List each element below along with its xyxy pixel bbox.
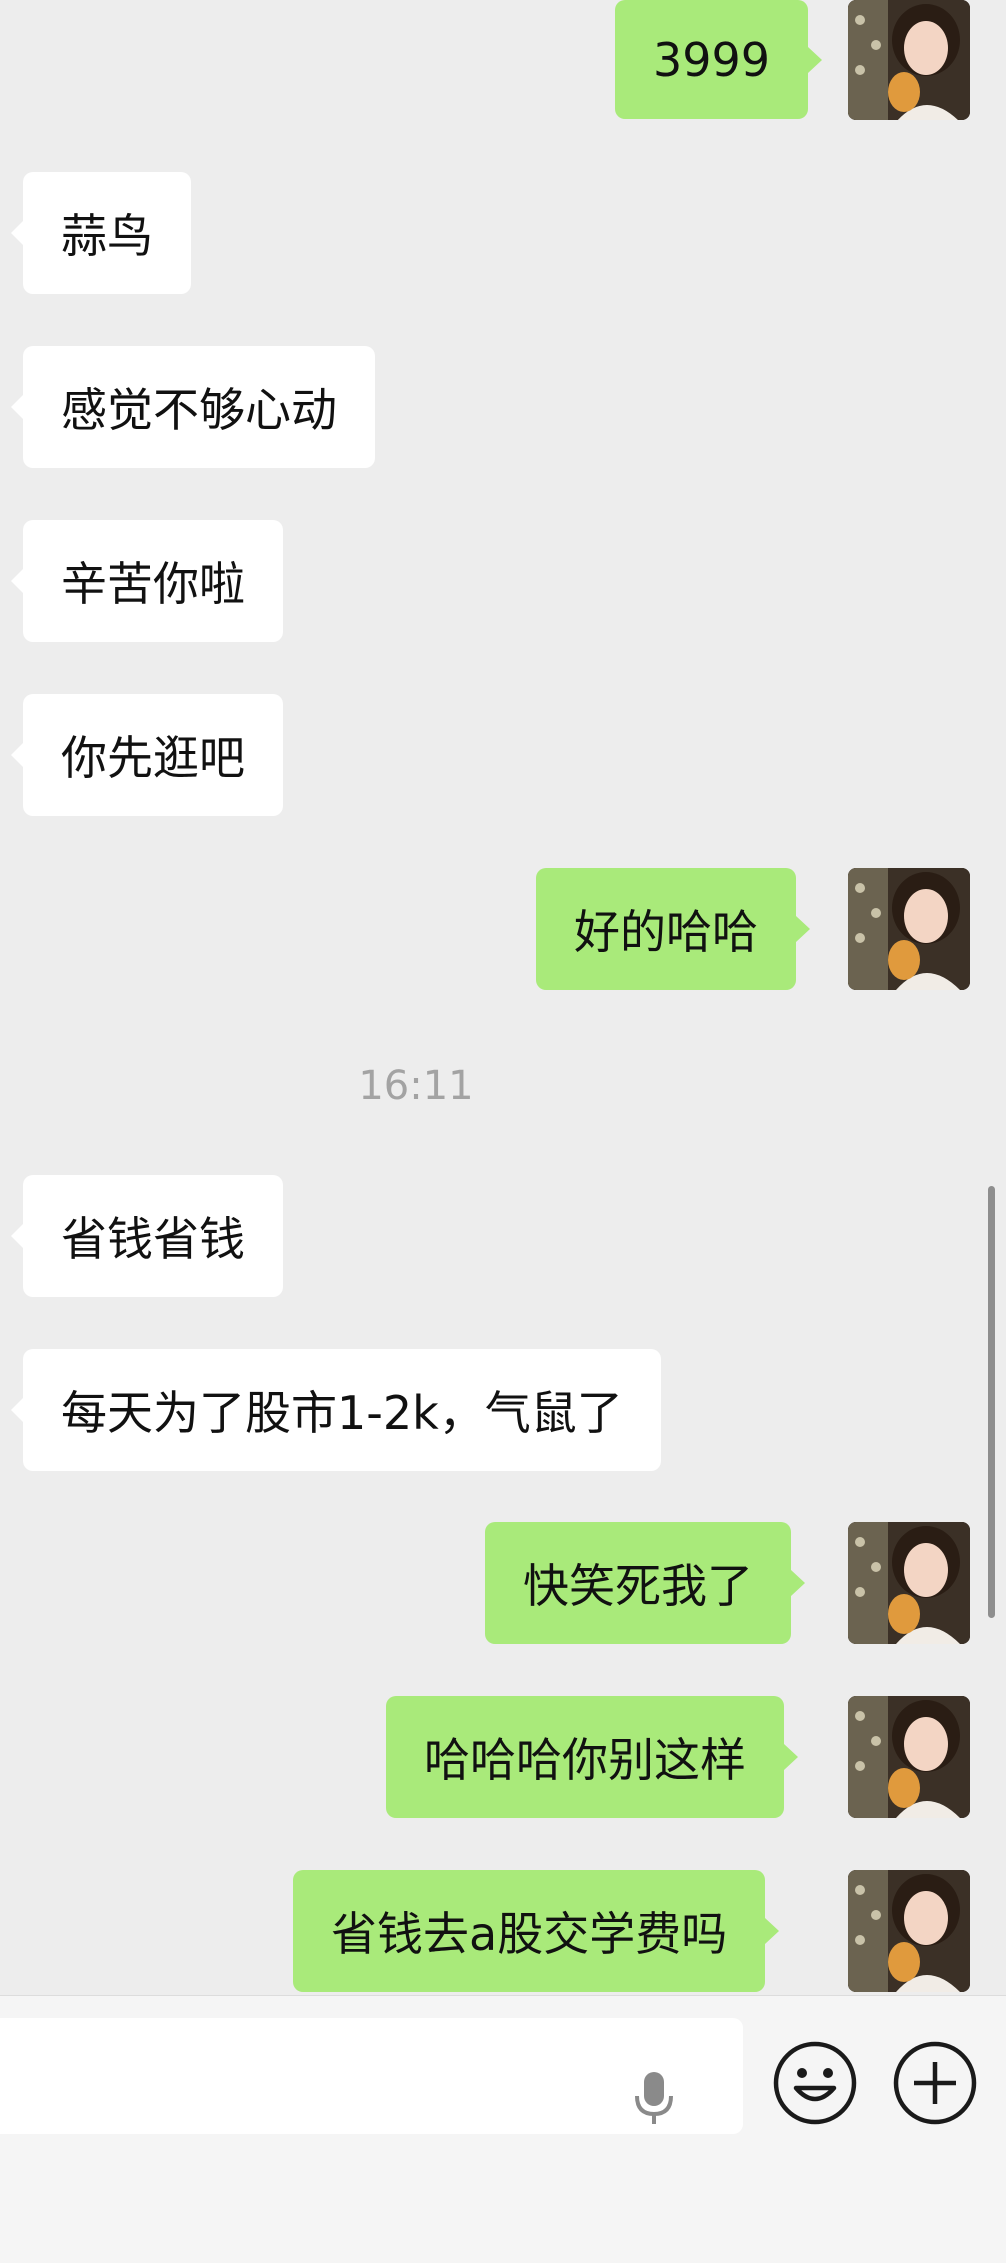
message-text: 你先逛吧 — [61, 731, 245, 785]
message-bubble-outgoing[interactable]: 好的哈哈 — [536, 868, 810, 990]
message-text: 省钱去a股交学费吗 — [331, 1907, 728, 1961]
message-composer — [0, 1995, 1006, 2263]
user-photo-icon — [848, 1870, 970, 1992]
message-bubble-incoming[interactable]: 你先逛吧 — [11, 694, 283, 816]
user-photo-icon — [848, 868, 970, 990]
message-text: 3999 — [653, 32, 771, 87]
user-photo-icon — [848, 0, 970, 120]
avatar[interactable] — [848, 0, 970, 120]
message-bubble-outgoing[interactable]: 快笑死我了 — [485, 1522, 805, 1644]
plus-icon[interactable] — [892, 2040, 978, 2126]
message-bubble-incoming[interactable]: 每天为了股市1-2k，气鼠了 — [11, 1349, 661, 1471]
message-text: 哈哈哈你别这样 — [424, 1733, 746, 1787]
user-photo-icon — [848, 1696, 970, 1818]
message-text: 感觉不够心动 — [61, 383, 337, 437]
message-bubble-incoming[interactable]: 省钱省钱 — [11, 1175, 283, 1297]
message-bubble-incoming[interactable]: 蒜鸟 — [11, 172, 191, 294]
avatar[interactable] — [848, 868, 970, 990]
message-bubble-outgoing[interactable]: 省钱去a股交学费吗 — [293, 1870, 780, 1992]
smiley-icon[interactable] — [772, 2040, 858, 2126]
message-text: 蒜鸟 — [61, 209, 153, 263]
message-bubble-incoming[interactable]: 辛苦你啦 — [11, 520, 283, 642]
message-text: 每天为了股市1-2k，气鼠了 — [61, 1386, 623, 1440]
user-photo-icon — [848, 1522, 970, 1644]
avatar[interactable] — [848, 1870, 970, 1992]
message-text: 好的哈哈 — [574, 905, 758, 959]
chat-message-list[interactable]: 3999 蒜鸟 感觉不够心动 辛苦你啦 你先逛吧 好的哈哈 16:11 省钱省钱… — [0, 0, 1006, 1995]
avatar[interactable] — [848, 1696, 970, 1818]
avatar[interactable] — [848, 1522, 970, 1644]
microphone-icon[interactable] — [633, 2070, 675, 2126]
message-bubble-outgoing[interactable]: 3999 — [615, 0, 823, 119]
message-text: 省钱省钱 — [61, 1212, 245, 1266]
message-bubble-incoming[interactable]: 感觉不够心动 — [11, 346, 375, 468]
timestamp: 16:11 — [358, 1063, 474, 1109]
message-text: 辛苦你啦 — [61, 557, 245, 611]
message-text: 快笑死我了 — [523, 1559, 753, 1613]
message-bubble-outgoing[interactable]: 哈哈哈你别这样 — [386, 1696, 798, 1818]
scrollbar[interactable] — [988, 1186, 995, 1618]
message-input[interactable] — [0, 2018, 743, 2134]
